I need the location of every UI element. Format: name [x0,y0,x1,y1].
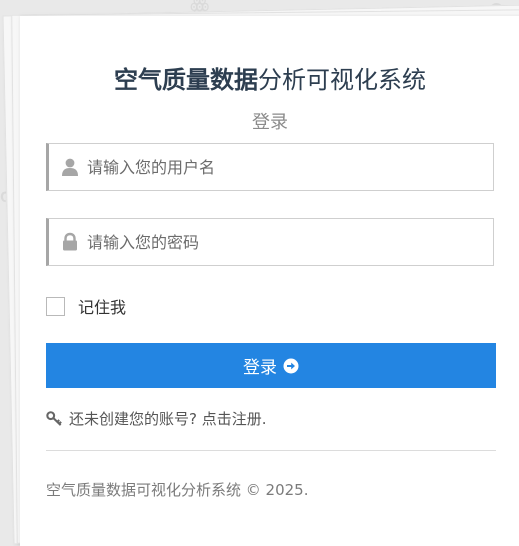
register-link-text[interactable]: 还未创建您的账号? 点击注册. [69,408,267,429]
remember-me[interactable]: 记住我 [46,295,126,317]
login-button[interactable]: 登录 [46,343,496,388]
password-field [46,218,494,266]
page-title-rest: 分析可视化系统 [258,66,426,94]
login-subtitle: 登录 [252,112,288,133]
page-title-bold: 空气质量数据 [114,66,258,94]
key-icon [46,411,62,426]
user-icon [62,158,78,176]
divider [46,450,496,451]
login-button-label: 登录 [243,358,277,378]
circle-arrow-right-icon [283,358,299,373]
page-title: 空气质量数据分析可视化系统 [20,60,519,95]
username-input[interactable] [87,144,487,190]
remember-me-label: 记住我 [78,298,127,317]
footer-copyright: 空气质量数据可视化分析系统 © 2025. [46,481,309,499]
register-link[interactable]: 还未创建您的账号? 点击注册. [46,408,267,429]
remember-me-checkbox[interactable] [46,296,65,316]
password-input[interactable] [87,219,487,265]
username-field [46,143,494,191]
login-card: 空气质量数据分析可视化系统 登录 记住我 登录 还未创建您的账号? 点击注册. [20,16,519,546]
lock-icon [63,232,77,251]
